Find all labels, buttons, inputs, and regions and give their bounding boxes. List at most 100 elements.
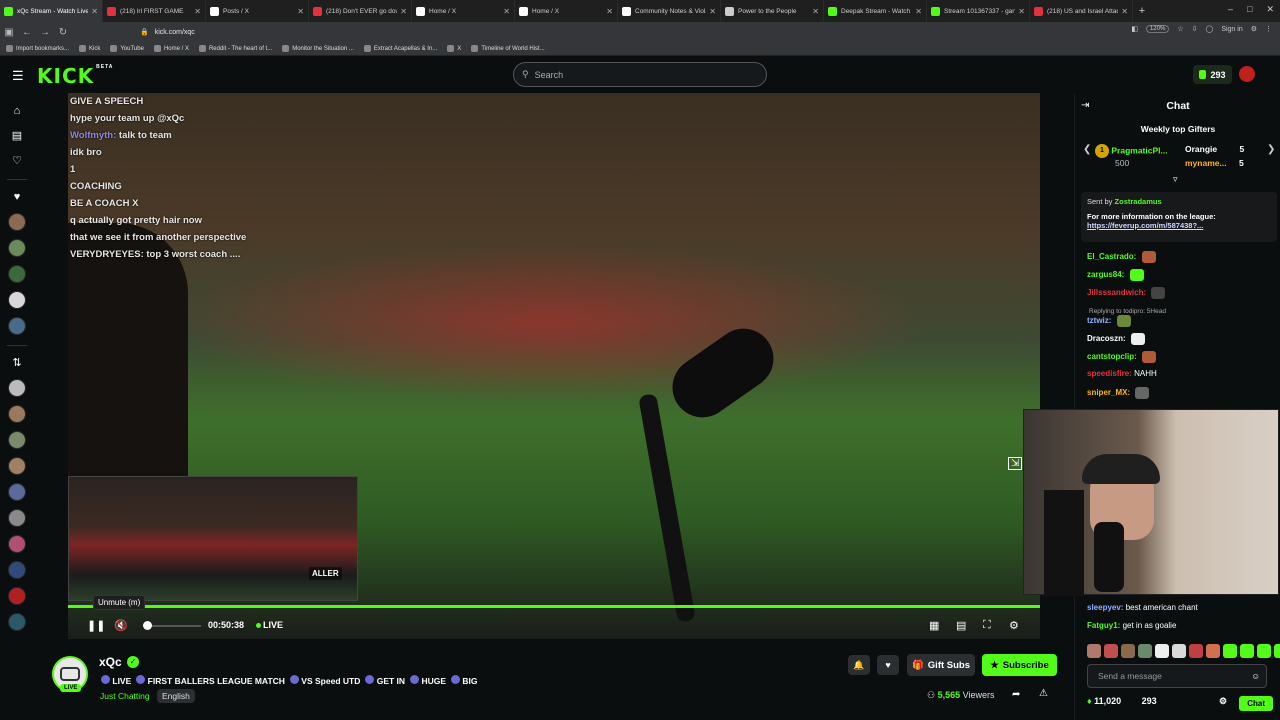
quick-emote-icon[interactable]: [1138, 644, 1152, 658]
maximize-icon[interactable]: □: [1247, 4, 1252, 15]
close-tab-icon[interactable]: ✕: [606, 7, 613, 16]
channel-name[interactable]: xQc: [99, 655, 122, 669]
chat-message-input[interactable]: Send a message ☺: [1087, 664, 1267, 688]
bookmark-item[interactable]: Kick: [79, 45, 100, 52]
video-player[interactable]: GIVE A SPEECH hype your team up @xQc Wolf…: [68, 93, 1040, 639]
theater-mode-icon[interactable]: ▤: [956, 619, 966, 632]
category-link[interactable]: Just Chatting: [100, 691, 150, 701]
notifications-button[interactable]: 🔔: [848, 655, 870, 675]
close-tab-icon[interactable]: ✕: [915, 7, 922, 16]
gifters-next-icon[interactable]: ❯: [1267, 144, 1275, 155]
download-icon[interactable]: ⇩: [1192, 25, 1198, 33]
quick-emote-icon[interactable]: [1155, 644, 1169, 658]
close-tab-icon[interactable]: ✕: [503, 7, 510, 16]
browser-tab[interactable]: Power to the People ✕: [721, 0, 824, 22]
settings-gear-icon[interactable]: ⚙: [1009, 619, 1019, 632]
chat-message[interactable]: zargus84:: [1087, 269, 1144, 281]
bookmark-item[interactable]: Monitor the Situation ...: [282, 45, 354, 52]
chat-username[interactable]: Dracoszn:: [1087, 334, 1126, 343]
browser-tab[interactable]: Home / X ✕: [412, 0, 515, 22]
search-input[interactable]: ⚲ Search: [513, 62, 767, 87]
close-tab-icon[interactable]: ✕: [709, 7, 716, 16]
close-tab-icon[interactable]: ✕: [812, 7, 819, 16]
hamburger-menu-icon[interactable]: ☰: [12, 68, 24, 84]
bookmark-item[interactable]: X: [447, 45, 461, 52]
chat-username[interactable]: cantstopclip:: [1087, 352, 1137, 361]
browser-tab[interactable]: xQc Stream - Watch Live ✕: [0, 0, 103, 22]
recommended-channel-avatar[interactable]: [8, 483, 26, 501]
quick-emote-icon[interactable]: [1189, 644, 1203, 658]
recommended-channel-avatar[interactable]: [8, 431, 26, 449]
fullscreen-icon[interactable]: ⛶: [983, 619, 991, 632]
close-tab-icon[interactable]: ✕: [1018, 7, 1025, 16]
followed-channel-avatar[interactable]: [8, 239, 26, 257]
menu-icon[interactable]: ⋮: [1265, 25, 1272, 33]
signin-label[interactable]: Sign in: [1221, 26, 1242, 33]
following-icon[interactable]: ♡: [9, 153, 25, 169]
close-tab-icon[interactable]: ✕: [400, 7, 407, 16]
quick-emote-icon[interactable]: [1274, 644, 1280, 658]
recommended-channel-avatar[interactable]: [8, 587, 26, 605]
progress-bar[interactable]: [68, 605, 1040, 608]
bookmark-item[interactable]: YouTube: [110, 45, 144, 52]
bookmark-item[interactable]: Extract Acapellas & In...: [363, 45, 437, 52]
top-gifter-2[interactable]: Orangie 5: [1185, 144, 1244, 154]
emoji-picker-icon[interactable]: ☺: [1251, 665, 1260, 687]
home-icon[interactable]: ⌂: [9, 103, 25, 119]
clip-icon[interactable]: ▦: [929, 619, 939, 632]
translate-icon[interactable]: ◧: [1131, 25, 1138, 33]
recommended-channel-avatar[interactable]: [8, 561, 26, 579]
filter-icon[interactable]: ▿: [1173, 174, 1178, 185]
bookmark-item[interactable]: Home / X: [153, 45, 189, 52]
chat-settings-icon[interactable]: ⚙: [1219, 696, 1227, 707]
quick-emote-icon[interactable]: [1087, 644, 1101, 658]
browser-tab[interactable]: Home / X ✕: [515, 0, 618, 22]
followed-channel-avatar[interactable]: [8, 265, 26, 283]
bookmark-item[interactable]: Timeline of World Hist...: [471, 45, 545, 52]
chat-message[interactable]: tztwiz:: [1087, 315, 1131, 327]
quick-emote-icon[interactable]: [1257, 644, 1271, 658]
forward-icon[interactable]: →: [36, 27, 54, 38]
bookmark-item[interactable]: Reddit - The heart of t...: [198, 45, 272, 52]
browser-tab[interactable]: Community Notes & Violati ✕: [618, 0, 721, 22]
extensions-icon[interactable]: ⚙: [1251, 25, 1257, 33]
minimize-icon[interactable]: –: [1228, 4, 1233, 15]
pinned-link[interactable]: https://feverup.com/m/587438?...: [1087, 221, 1271, 230]
send-chat-button[interactable]: Chat: [1239, 696, 1273, 711]
browser-tab[interactable]: Stream 101367337 - garyda✕: [927, 0, 1030, 22]
chat-message[interactable]: Fatguy1: get in as goalie: [1087, 621, 1176, 630]
share-icon[interactable]: ➦: [1012, 689, 1020, 700]
live-label[interactable]: LIVE: [263, 620, 283, 630]
quick-emote-icon[interactable]: [1121, 644, 1135, 658]
quick-emote-icon[interactable]: [1172, 644, 1186, 658]
volume-slider[interactable]: [147, 625, 201, 627]
volume-slider-knob[interactable]: [143, 621, 152, 630]
chat-message[interactable]: sleepyev: best american chant: [1087, 603, 1198, 612]
recommended-channel-avatar[interactable]: [8, 457, 26, 475]
url-field[interactable]: 🔒 kick.com/xqc: [140, 25, 1110, 39]
quick-emote-icon[interactable]: [1104, 644, 1118, 658]
profile-icon[interactable]: ◯: [1205, 25, 1213, 33]
gift-subs-button[interactable]: 🎁 Gift Subs: [907, 654, 975, 676]
chat-username[interactable]: tztwiz:: [1087, 316, 1111, 325]
quick-emote-icon[interactable]: [1223, 644, 1237, 658]
browser-tab[interactable]: (218) US and Israel Attack ✕: [1030, 0, 1133, 22]
new-tab-icon[interactable]: +: [1133, 5, 1151, 17]
browser-tab[interactable]: Posts / X ✕: [206, 0, 309, 22]
follow-button[interactable]: ♥: [877, 655, 899, 675]
browser-tab[interactable]: Deepak Stream - Watch Liv✕: [824, 0, 927, 22]
expand-icon[interactable]: ⇲: [1008, 457, 1023, 470]
back-icon[interactable]: ←: [18, 27, 36, 38]
chat-username[interactable]: El_Castrado:: [1087, 252, 1136, 261]
chat-username[interactable]: Fatguy1:: [1087, 621, 1120, 630]
recommended-channel-avatar[interactable]: [8, 379, 26, 397]
chat-username[interactable]: zargus84:: [1087, 270, 1124, 279]
picture-in-picture-video[interactable]: ALLER: [68, 476, 358, 601]
report-icon[interactable]: ⚠: [1039, 688, 1048, 699]
close-tab-icon[interactable]: ✕: [194, 7, 201, 16]
quick-emote-icon[interactable]: [1206, 644, 1220, 658]
language-tag[interactable]: English: [157, 689, 195, 703]
chat-message[interactable]: El_Castrado:: [1087, 251, 1156, 263]
chat-username[interactable]: sniper_MX:: [1087, 388, 1130, 397]
chat-username[interactable]: Jillsssandwich:: [1087, 288, 1146, 297]
